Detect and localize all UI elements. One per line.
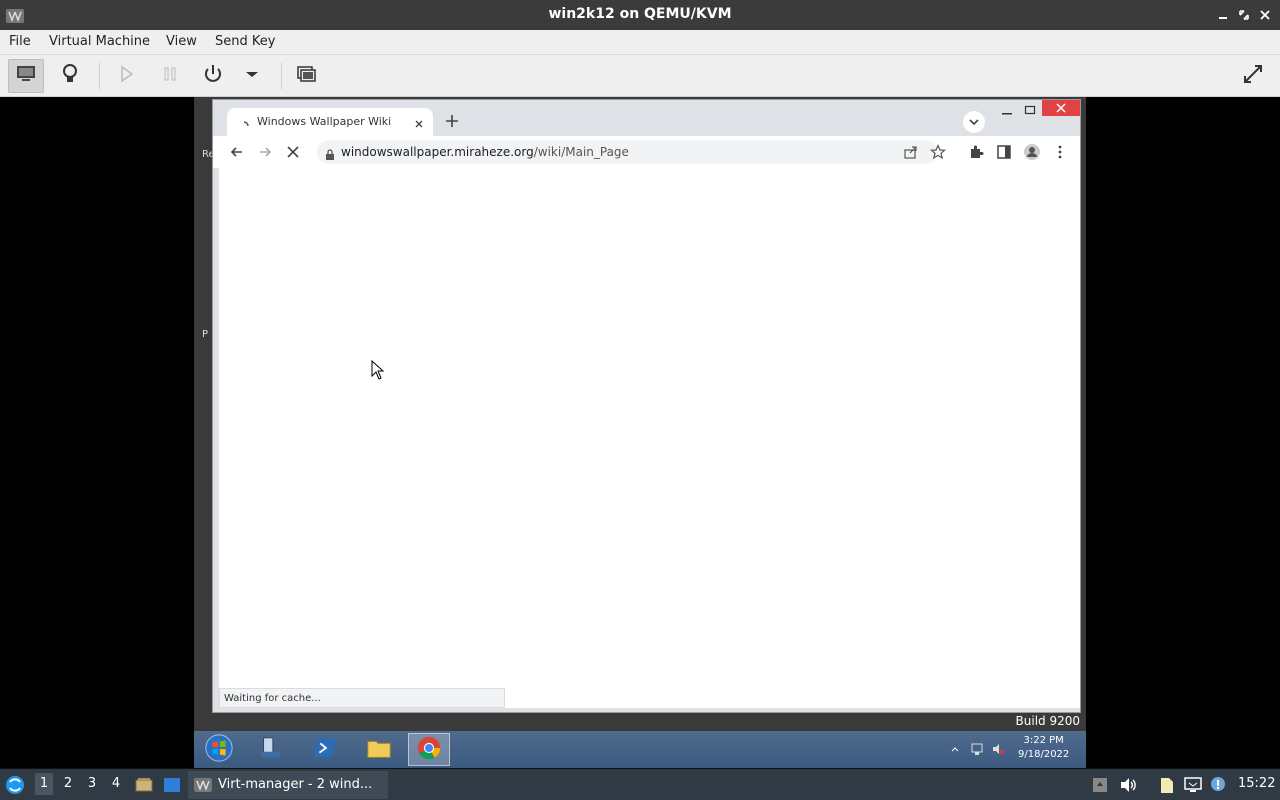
minimize-icon[interactable] — [1216, 7, 1230, 21]
guest-taskbar: 3:22 PM 9/18/2022 — [194, 731, 1086, 768]
workspace-4[interactable]: 4 — [107, 776, 125, 791]
workspace-1[interactable]: 1 — [35, 773, 53, 795]
mouse-pointer-icon — [371, 359, 385, 380]
monitor-icon — [14, 62, 38, 90]
browser-window: Windows Wallpaper Wiki windowswallpaper.… — [212, 99, 1081, 713]
chrome-icon — [416, 735, 442, 765]
desktop-icon-label: P — [202, 329, 209, 340]
task-label: Virt-manager - 2 wind... — [218, 777, 373, 792]
url-path: /wiki/Main_Page — [533, 145, 629, 159]
forward-icon[interactable] — [257, 144, 273, 160]
tab-search-icon[interactable] — [963, 111, 985, 133]
more-options-icon[interactable] — [1052, 144, 1068, 160]
powershell-icon — [312, 735, 338, 765]
guest-clock[interactable]: 3:22 PM 9/18/2022 — [1018, 734, 1069, 762]
network-icon[interactable] — [970, 741, 984, 755]
menu-view[interactable]: View — [166, 34, 197, 49]
browser-maximize-icon[interactable] — [1024, 103, 1036, 117]
back-icon[interactable] — [229, 144, 245, 160]
share-icon[interactable] — [903, 144, 919, 160]
browser-close-icon[interactable] — [1042, 100, 1080, 116]
folder-icon — [365, 735, 393, 765]
window-list-icon[interactable] — [162, 775, 182, 795]
browser-tab[interactable]: Windows Wallpaper Wiki — [227, 108, 433, 136]
notifications-icon[interactable] — [1090, 775, 1110, 795]
virt-manager-icon — [194, 778, 212, 792]
profile-avatar-icon[interactable] — [1024, 144, 1040, 160]
host-panel: 1 2 3 4 Virt-manager - 2 wind... 15:22 — [0, 768, 1280, 800]
taskbar-server-manager[interactable] — [250, 733, 292, 766]
pause-icon — [158, 62, 182, 90]
url-host: windowswallpaper.miraheze.org — [341, 145, 534, 159]
workspace-3[interactable]: 3 — [83, 776, 101, 791]
taskbar-task-virt-manager[interactable]: Virt-manager - 2 wind... — [188, 771, 388, 799]
server-manager-icon — [258, 735, 284, 765]
clipboard-icon[interactable] — [1156, 775, 1176, 795]
menu-send-key[interactable]: Send Key — [215, 34, 275, 49]
stop-loading-icon[interactable] — [285, 144, 301, 160]
address-bar[interactable]: windowswallpaper.miraheze.org/wiki/Main_… — [317, 140, 947, 164]
workspace-2[interactable]: 2 — [59, 776, 77, 791]
extensions-icon[interactable] — [968, 144, 984, 160]
guest-date: 9/18/2022 — [1018, 749, 1070, 760]
tab-close-icon[interactable] — [413, 115, 425, 128]
page-viewport[interactable]: Waiting for cache... — [219, 168, 1080, 708]
windows-build-watermark: Build 9200 — [1015, 714, 1080, 728]
power-button[interactable] — [195, 59, 231, 93]
url-text: windowswallpaper.miraheze.org/wiki/Main_… — [341, 145, 629, 159]
fullscreen-icon — [1241, 62, 1265, 90]
tray-overflow-icon[interactable] — [950, 741, 960, 755]
tab-strip: Windows Wallpaper Wiki — [213, 100, 1080, 136]
toolbar — [0, 55, 1280, 97]
menubar: File Virtual Machine View Send Key — [0, 30, 1280, 55]
tab-title: Windows Wallpaper Wiki — [257, 115, 392, 128]
details-view-button[interactable] — [52, 59, 88, 93]
status-bubble: Waiting for cache... — [219, 688, 505, 708]
guest-time: 3:22 PM — [1023, 735, 1064, 746]
console-view-button[interactable] — [8, 59, 44, 93]
start-button[interactable] — [198, 733, 240, 766]
maximize-icon[interactable] — [1237, 7, 1251, 21]
show-desktop-icon[interactable] — [134, 775, 154, 795]
fullscreen-button[interactable] — [1235, 59, 1271, 93]
menu-file[interactable]: File — [9, 34, 31, 49]
browser-toolbar: windowswallpaper.miraheze.org/wiki/Main_… — [213, 136, 1080, 168]
browser-minimize-icon[interactable] — [1001, 103, 1013, 117]
power-dropdown-button[interactable] — [234, 59, 270, 93]
vm-display[interactable]: Re P Windows Wallpaper Wiki windowswallp… — [0, 97, 1280, 768]
taskbar-chrome[interactable] — [408, 733, 450, 766]
snapshot-icon — [294, 62, 318, 90]
update-notifier-icon[interactable] — [1208, 775, 1228, 795]
volume-muted-icon[interactable] — [991, 741, 1005, 755]
close-icon[interactable] — [1258, 7, 1272, 21]
taskbar-powershell[interactable] — [304, 733, 346, 766]
app-launcher-icon[interactable] — [5, 775, 25, 795]
run-button[interactable] — [108, 59, 144, 93]
new-tab-icon[interactable] — [443, 112, 461, 130]
bookmark-star-icon[interactable] — [929, 144, 947, 160]
host-clock[interactable]: 15:22 — [1238, 776, 1275, 791]
snapshots-button[interactable] — [288, 59, 324, 93]
play-icon — [114, 62, 138, 90]
window-title: win2k12 on QEMU/KVM — [548, 6, 732, 22]
guest-screen[interactable]: Re P Windows Wallpaper Wiki windowswallp… — [194, 97, 1086, 768]
guest-desktop[interactable]: Re P Windows Wallpaper Wiki windowswallp… — [194, 97, 1086, 731]
screen: win2k12 on QEMU/KVM File Virtual Machine… — [0, 0, 1280, 800]
menu-virtual-machine[interactable]: Virtual Machine — [49, 34, 150, 49]
side-panel-icon[interactable] — [996, 144, 1012, 160]
loading-spinner-icon — [239, 116, 249, 127]
lock-icon[interactable] — [325, 146, 335, 160]
pause-button[interactable] — [152, 59, 188, 93]
volume-icon[interactable] — [1118, 775, 1138, 795]
network-monitor-icon[interactable] — [1183, 775, 1203, 795]
host-titlebar: win2k12 on QEMU/KVM — [0, 0, 1280, 30]
chevron-down-icon — [240, 62, 264, 90]
windows-logo-icon — [204, 733, 234, 767]
taskbar-file-explorer[interactable] — [358, 733, 400, 766]
lightbulb-icon — [58, 62, 82, 90]
power-icon — [201, 62, 225, 90]
